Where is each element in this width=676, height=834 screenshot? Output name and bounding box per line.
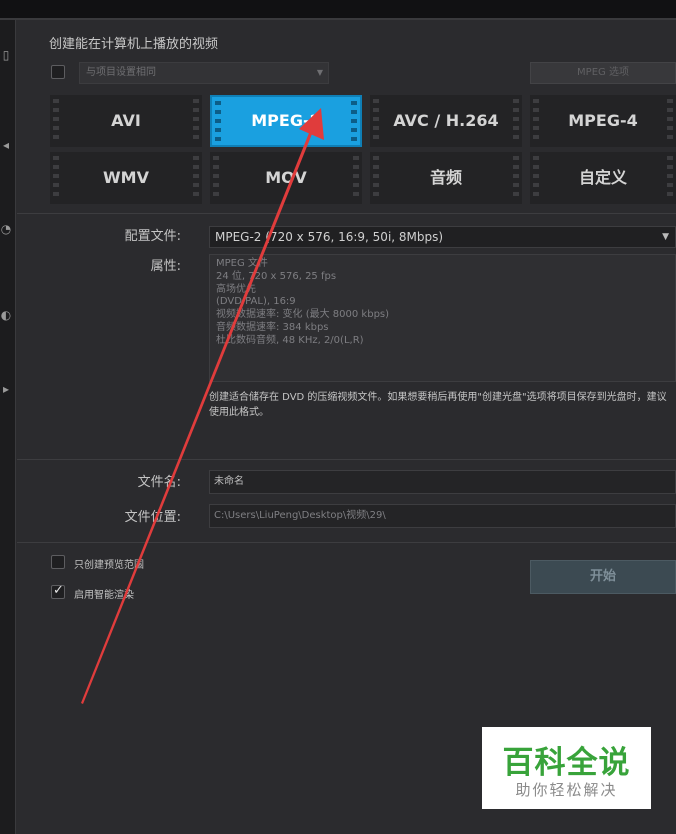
filename-input[interactable]: 未命名 <box>209 470 676 494</box>
format-mpeg4[interactable]: MPEG-4 <box>530 95 676 147</box>
format-description: 创建适合储存在 DVD 的压缩视频文件。如果想要稍后再使用"创建光盘"选项将项目… <box>209 392 667 418</box>
left-sidebar: ▯ ◂ ◔ ◐ ▸ <box>0 20 16 834</box>
property-line: 24 位, 720 x 576, 25 fps <box>216 270 337 282</box>
property-line: 视频数据速率: 变化 (最大 8000 kbps) <box>216 309 390 321</box>
format-avi[interactable]: AVI <box>50 95 202 147</box>
property-line: (DVD PAL), 16:9 <box>216 296 296 308</box>
profile-value: MPEG-2 (720 x 576, 16:9, 50i, 8Mbps) <box>215 230 444 244</box>
divider <box>17 213 676 214</box>
same-as-project-checkbox[interactable] <box>51 65 65 79</box>
location-input[interactable]: C:\Users\LiuPeng\Desktop\视频\29\ <box>209 504 676 528</box>
watermark-title: 百科全说 <box>502 745 631 781</box>
same-as-project-select[interactable]: 与项目设置相同 ▼ <box>79 62 329 84</box>
filename-label: 文件名: <box>137 475 181 490</box>
mpeg-options-button[interactable]: MPEG 选项 <box>530 62 676 84</box>
chevron-down-icon: ▼ <box>662 232 669 242</box>
sidebar-icon-5[interactable]: ▸ <box>0 380 12 398</box>
watermark-logo: 百科全说 助你轻松解决 <box>482 727 651 809</box>
panel-heading: 创建能在计算机上播放的视频 <box>49 37 219 52</box>
format-audio[interactable]: 音频 <box>370 152 522 204</box>
sidebar-icon-3[interactable]: ◔ <box>0 220 12 238</box>
preview-range-label: 只创建预览范围 <box>74 560 144 571</box>
watermark-subtitle: 助你轻松解决 <box>515 781 618 799</box>
sidebar-icon-4[interactable]: ◐ <box>0 306 12 324</box>
preview-range-checkbox[interactable] <box>51 555 65 569</box>
same-as-project-label: 与项目设置相同 <box>86 67 156 78</box>
format-mov[interactable]: MOV <box>210 152 362 204</box>
properties-label: 属性: <box>150 259 181 274</box>
property-line: MPEG 文件 <box>216 258 268 269</box>
sidebar-icon-1[interactable]: ▯ <box>0 46 12 64</box>
divider <box>17 542 676 543</box>
start-button[interactable]: 开始 <box>530 560 676 594</box>
properties-box: MPEG 文件 24 位, 720 x 576, 25 fps 高场优先 (DV… <box>209 254 676 382</box>
property-line: 音频数据速率: 384 kbps <box>216 321 329 333</box>
format-avc-h264[interactable]: AVC / H.264 <box>370 95 522 147</box>
divider <box>17 459 676 460</box>
chevron-down-icon: ▼ <box>316 68 323 77</box>
format-custom[interactable]: 自定义 <box>530 152 676 204</box>
smart-render-label: 启用智能渲染 <box>74 590 134 601</box>
window-top-bar <box>0 0 676 20</box>
format-mpeg2[interactable]: MPEG-2 <box>210 95 362 147</box>
export-panel: 创建能在计算机上播放的视频 与项目设置相同 ▼ MPEG 选项 AVI MPEG… <box>17 22 676 834</box>
smart-render-checkbox[interactable] <box>51 583 65 599</box>
sidebar-icon-2[interactable]: ◂ <box>0 136 12 154</box>
property-line: 高场优先 <box>216 283 256 295</box>
property-line: 杜比数码音频, 48 KHz, 2/0(L,R) <box>216 334 364 346</box>
location-label: 文件位置: <box>124 510 181 525</box>
profile-label: 配置文件: <box>124 229 181 244</box>
profile-select[interactable]: MPEG-2 (720 x 576, 16:9, 50i, 8Mbps) ▼ <box>209 226 676 248</box>
format-wmv[interactable]: WMV <box>50 152 202 204</box>
